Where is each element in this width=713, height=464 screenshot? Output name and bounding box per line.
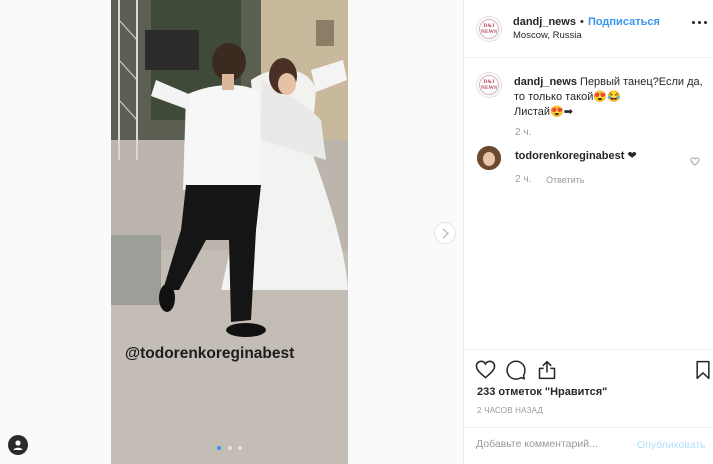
comment-body: todorenkoreginabest ❤ xyxy=(515,149,637,162)
comment-input[interactable] xyxy=(476,438,626,450)
publish-button[interactable]: Опубликовать xyxy=(637,439,706,451)
comment-timestamp[interactable]: 2 ч. xyxy=(515,174,531,185)
comment-text: ❤ xyxy=(627,150,637,162)
video-frame-illustration xyxy=(111,0,348,464)
like-button[interactable] xyxy=(475,360,496,384)
share-arrow-icon xyxy=(538,360,556,380)
likes-counter[interactable]: 233 отметок "Нравится" xyxy=(477,386,607,398)
share-button[interactable] xyxy=(537,360,557,385)
comment-button[interactable] xyxy=(506,360,526,385)
commenter-avatar[interactable] xyxy=(477,146,501,170)
media-overlay-tag: @todorenkoreginabest xyxy=(125,345,295,362)
post-timestamp[interactable]: 2 ЧАСОВ НАЗАД xyxy=(477,406,543,415)
author-avatar[interactable]: D&J NEWS xyxy=(476,16,502,42)
add-comment-bar: Опубликовать xyxy=(464,427,713,464)
header-separator: • xyxy=(580,16,584,28)
more-options-button[interactable] xyxy=(692,18,708,28)
caption-body: dandj_news Первый танец?Если да, то толь… xyxy=(514,75,709,120)
carousel-indicator xyxy=(111,437,348,455)
carousel-dot-active xyxy=(217,446,222,450)
heart-outline-icon xyxy=(475,360,496,379)
speech-bubble-icon xyxy=(506,360,526,380)
post-actions-section: 233 отметок "Нравится" 2 ЧАСОВ НАЗАД Опу… xyxy=(464,349,713,464)
account-button[interactable] xyxy=(8,435,28,455)
likes-label: отметок "Нравится" xyxy=(498,386,608,398)
likes-count: 233 xyxy=(477,386,496,398)
save-button[interactable] xyxy=(695,360,711,385)
carousel-dot xyxy=(227,446,232,450)
commenter-username-link[interactable]: todorenkoreginabest xyxy=(515,150,624,162)
caption-username-link[interactable]: dandj_news xyxy=(514,76,577,88)
post-header: D&J NEWS dandj_news • Подписаться Moscow… xyxy=(464,0,713,58)
more-dots-icon xyxy=(692,21,695,24)
caption-author-avatar[interactable]: D&J NEWS xyxy=(476,72,502,98)
bookmark-icon xyxy=(696,360,710,380)
author-line: dandj_news • Подписаться xyxy=(513,16,660,28)
post-side-panel: D&J NEWS dandj_news • Подписаться Moscow… xyxy=(463,0,713,464)
comment-like-button[interactable] xyxy=(690,153,700,171)
next-slide-button[interactable] xyxy=(434,222,456,244)
user-circle-icon xyxy=(13,440,23,450)
author-username-link[interactable]: dandj_news xyxy=(513,16,576,28)
reply-button[interactable]: Ответить xyxy=(546,175,584,185)
caption-timestamp[interactable]: 2 ч. xyxy=(515,127,531,138)
location-link[interactable]: Moscow, Russia xyxy=(513,30,582,41)
follow-button[interactable]: Подписаться xyxy=(588,16,660,28)
chevron-right-icon xyxy=(442,228,450,239)
heart-small-icon xyxy=(690,157,700,166)
carousel-dot xyxy=(237,446,242,450)
post-media-video[interactable]: @todorenkoreginabest xyxy=(111,0,348,464)
